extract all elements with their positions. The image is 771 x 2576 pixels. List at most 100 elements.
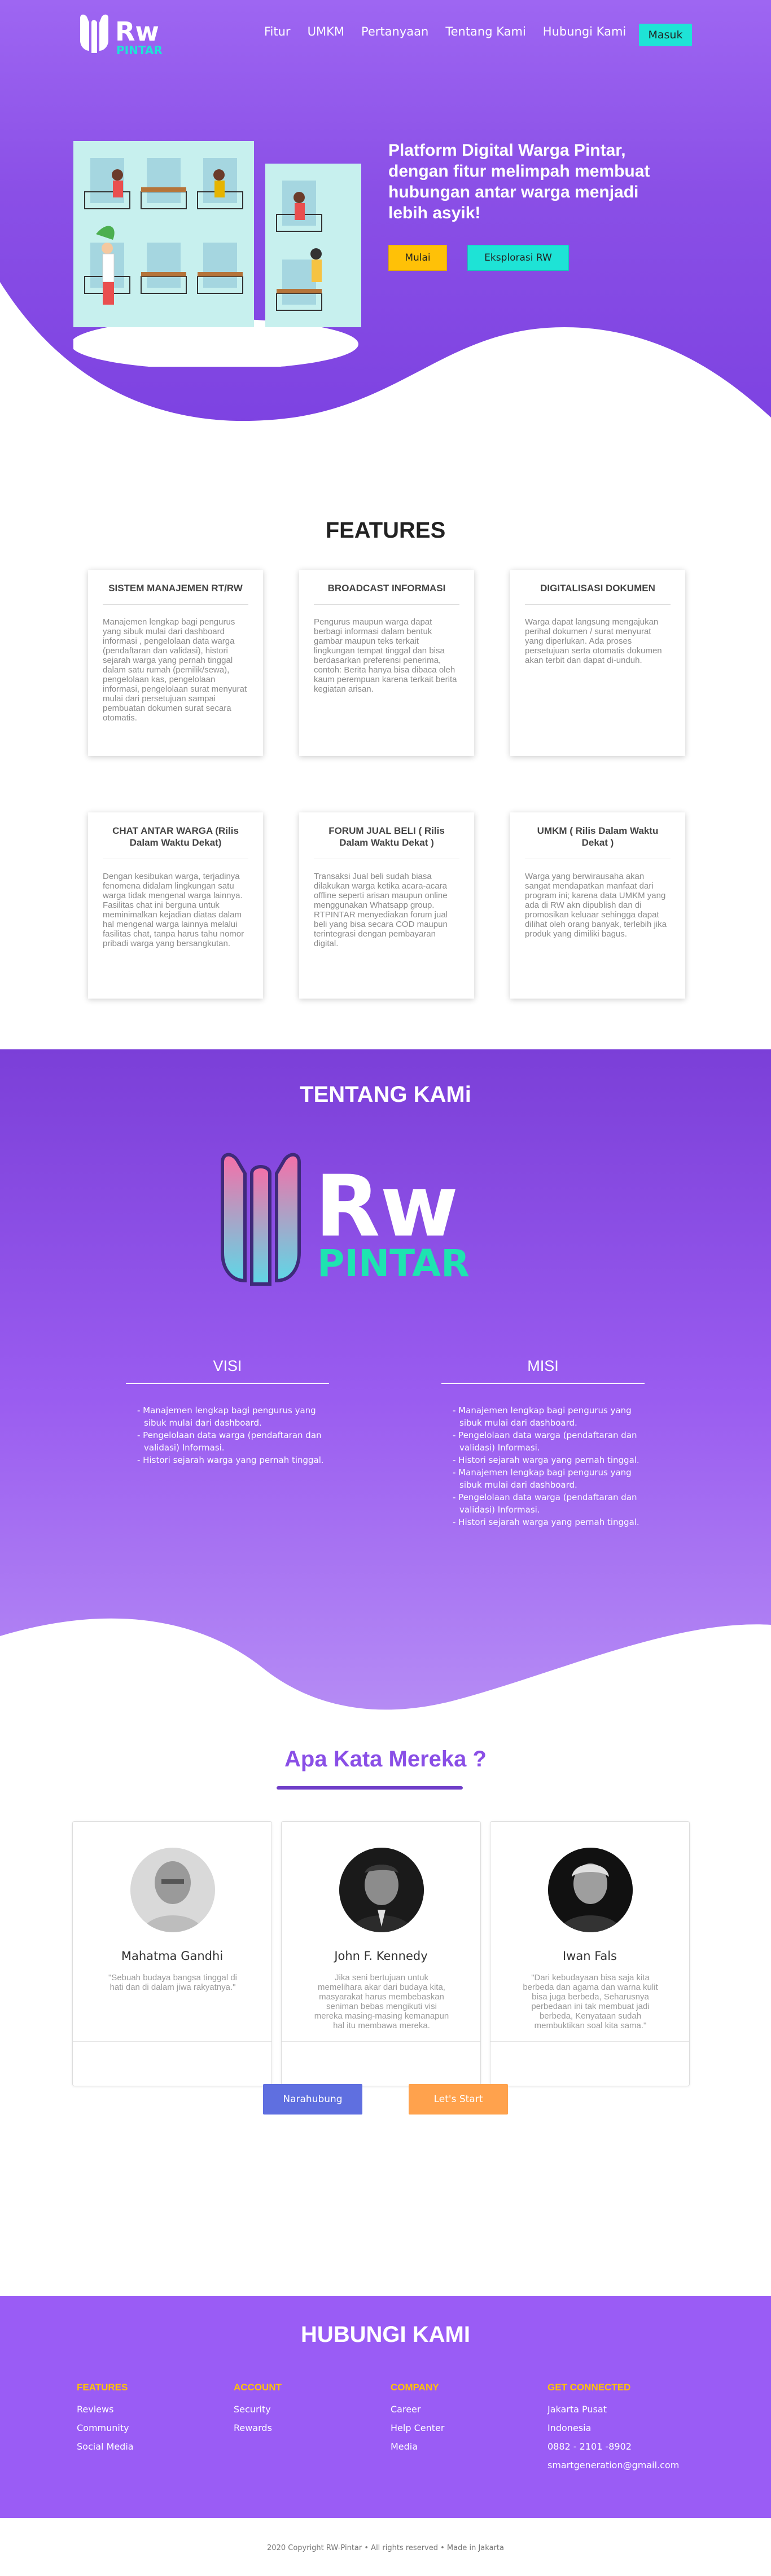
login-button[interactable]: Masuk (639, 24, 692, 46)
testimonial-quote: "Sebuah budaya bangsa tinggal di hati da… (108, 1973, 237, 1992)
hero-illustration (73, 141, 361, 367)
feature-card-desc: Pengurus maupun warga dapat berbagi info… (314, 617, 457, 694)
feature-card-title: DIGITALISASI DOKUMEN (525, 570, 671, 605)
visi-list: - Manajemen lengkap bagi pengurus yang s… (126, 1404, 329, 1466)
feature-card-umkm: UMKM ( Rilis Dalam Waktu Dekat ) Warga y… (510, 812, 685, 999)
contact-title: HUBUNGI KAMI (301, 2322, 470, 2347)
features-title: FEATURES (325, 518, 446, 543)
contact-columns: FEATURES Reviews Community Social Media … (77, 2382, 704, 2474)
misi-item: - Histori sejarah warga yang pernah ting… (453, 1517, 639, 1527)
about-title: TENTANG KAMi (300, 1082, 471, 1107)
visi-item: - Histori sejarah warga yang pernah ting… (137, 1455, 324, 1465)
nav-link-fitur[interactable]: Fitur (264, 25, 291, 38)
feature-card-desc: Transaksi Jual beli sudah biasa dilakuka… (314, 872, 448, 948)
testimonial-card-body: Mahatma Gandhi "Sebuah budaya bangsa tin… (73, 1822, 271, 2042)
misi-title: MISI (441, 1357, 645, 1384)
footer-link-security[interactable]: Security (234, 2400, 391, 2419)
hero-section: Rw PINTAR Fitur UMKM Pertanyaan Tentang … (0, 0, 771, 485)
feature-card-forum: FORUM JUAL BELI ( Rilis Dalam Waktu Deka… (299, 812, 474, 999)
contact-column-get-connected: GET CONNECTED Jakarta Pusat Indonesia 08… (547, 2382, 704, 2474)
feature-card-management: SISTEM MANAJEMEN RT/RW Manajemen lengkap… (88, 570, 263, 756)
testimonial-card-body: Iwan Fals "Dari kebudayaan bisa saja kit… (490, 1822, 689, 2042)
testimonial-name: Mahatma Gandhi (121, 1949, 224, 1963)
testimonial-card-body: John F. Kennedy Jika seni bertujuan untu… (282, 1822, 480, 2042)
nav-link-pertanyaan[interactable]: Pertanyaan (361, 25, 428, 38)
title-underline (277, 1786, 463, 1790)
contact-email: smartgeneration@gmail.com (547, 2460, 680, 2471)
feature-card-desc: Dengan kesibukan warga, terjadinya fenom… (103, 872, 244, 948)
logo-pintar-text: PINTAR (116, 43, 163, 56)
contact-column-heading: FEATURES (77, 2382, 128, 2393)
footer-link-community[interactable]: Community (77, 2419, 234, 2437)
contact-column-company: COMPANY Career Help Center Media (391, 2382, 547, 2474)
contact-column-heading: ACCOUNT (234, 2382, 282, 2393)
top-navbar: Rw PINTAR Fitur UMKM Pertanyaan Tentang … (0, 0, 771, 68)
misi-item: - Pengelolaan data warga (pendaftaran da… (453, 1492, 637, 1515)
testimonial-quote: "Dari kebudayaan bisa saja kita berbeda … (523, 1973, 658, 2030)
misi-item: - Manajemen lengkap bagi pengurus yang s… (453, 1467, 632, 1490)
contact-column-features: FEATURES Reviews Community Social Media (77, 2382, 234, 2474)
avatar (130, 1848, 215, 1932)
footer-link-reviews[interactable]: Reviews (77, 2400, 234, 2419)
testimonial-card-iwan-fals: Iwan Fals "Dari kebudayaan bisa saja kit… (490, 1821, 690, 2086)
features-grid: SISTEM MANAJEMEN RT/RW Manajemen lengkap… (88, 570, 685, 999)
feature-card-title: BROADCAST INFORMASI (314, 570, 459, 605)
feature-card-title: FORUM JUAL BELI ( Rilis Dalam Waktu Deka… (314, 812, 459, 859)
feature-card-broadcast: BROADCAST INFORMASI Pengurus maupun warg… (299, 570, 474, 756)
avatar-gandhi-image (130, 1848, 215, 1932)
rwpintar-logo[interactable]: Rw PINTAR (79, 11, 181, 56)
footer-link-rewards[interactable]: Rewards (234, 2419, 391, 2437)
footer-link-media[interactable]: Media (391, 2437, 547, 2456)
feature-card-title: UMKM ( Rilis Dalam Waktu Dekat ) (525, 812, 671, 859)
avatar-kennedy-image (339, 1848, 424, 1932)
feature-card-desc: Manajemen lengkap bagi pengurus yang sib… (103, 617, 247, 723)
footer-link-help-center[interactable]: Help Center (391, 2419, 547, 2437)
avatar-iwan-fals-image (548, 1848, 633, 1932)
testimonial-name: Iwan Fals (562, 1949, 617, 1963)
misi-item: - Histori sejarah warga yang pernah ting… (453, 1455, 639, 1465)
testimonials-grid: Mahatma Gandhi "Sebuah budaya bangsa tin… (72, 1821, 690, 2086)
feature-card-desc: Warga dapat langsung mengajukan perihal … (525, 617, 662, 665)
hero-buttons: Mulai Eksplorasi RW (388, 245, 569, 271)
copyright-text: 2020 Copyright RW-Pintar • All rights re… (267, 2544, 504, 2552)
nav-link-hubungi-kami[interactable]: Hubungi Kami (543, 25, 626, 38)
avatar (548, 1848, 633, 1932)
explore-rw-button[interactable]: Eksplorasi RW (467, 245, 569, 271)
footer-link-social-media[interactable]: Social Media (77, 2437, 234, 2456)
about-wave-shape (0, 1618, 771, 1743)
hero-text-block: Platform Digital Warga Pintar, dengan fi… (388, 140, 682, 223)
about-logo-rw-text: Rw (315, 1158, 458, 1256)
visi-item: - Manajemen lengkap bagi pengurus yang s… (137, 1405, 316, 1428)
contact-person-button[interactable]: Narahubung (263, 2084, 362, 2115)
avatar (339, 1848, 424, 1932)
page-footer: 2020 Copyright RW-Pintar • All rights re… (0, 2518, 771, 2576)
start-button[interactable]: Mulai (388, 245, 447, 271)
feature-card-title: SISTEM MANAJEMEN RT/RW (103, 570, 248, 605)
lets-start-button[interactable]: Let's Start (409, 2084, 508, 2115)
contact-column-heading: COMPANY (391, 2382, 439, 2393)
about-logo-pintar-text: PINTAR (317, 1242, 470, 1285)
visi-column: VISI - Manajemen lengkap bagi pengurus y… (126, 1357, 329, 1466)
testimonial-quote: Jika seni bertujuan untuk memelihara aka… (314, 1973, 449, 2030)
testimonial-card-kennedy: John F. Kennedy Jika seni bertujuan untu… (281, 1821, 481, 2086)
testimonials-title: Apa Kata Mereka ? (284, 1747, 487, 1771)
misi-column: MISI - Manajemen lengkap bagi pengurus y… (441, 1357, 645, 1528)
feature-card-digitalization: DIGITALISASI DOKUMEN Warga dapat langsun… (510, 570, 685, 756)
footer-link-career[interactable]: Career (391, 2400, 547, 2419)
contact-section: HUBUNGI KAMI FEATURES Reviews Community … (0, 2296, 771, 2518)
testimonials-section: Apa Kata Mereka ? Mahatma Gandhi "Sebuah… (0, 1743, 771, 2296)
cta-buttons: Narahubung Let's Start (0, 2084, 771, 2115)
contact-city: Jakarta Pusat (547, 2404, 607, 2415)
visi-title: VISI (126, 1357, 329, 1384)
nav-link-umkm[interactable]: UMKM (308, 25, 344, 38)
contact-country: Indonesia (547, 2423, 592, 2433)
misi-item: - Pengelolaan data warga (pendaftaran da… (453, 1430, 637, 1453)
nav-link-tentang-kami[interactable]: Tentang Kami (445, 25, 525, 38)
logo-rw-text: Rw (115, 16, 159, 47)
visi-item: - Pengelolaan data warga (pendaftaran da… (137, 1430, 322, 1453)
contact-column-heading: GET CONNECTED (547, 2382, 631, 2393)
features-section: FEATURES SISTEM MANAJEMEN RT/RW Manajeme… (0, 485, 771, 1049)
contact-column-account: ACCOUNT Security Rewards (234, 2382, 391, 2474)
about-section: TENTANG KAMi Rw PINTAR VISI - Manajemen … (0, 1049, 771, 1743)
feature-card-title: CHAT ANTAR WARGA (Rilis Dalam Waktu Deka… (103, 812, 248, 859)
